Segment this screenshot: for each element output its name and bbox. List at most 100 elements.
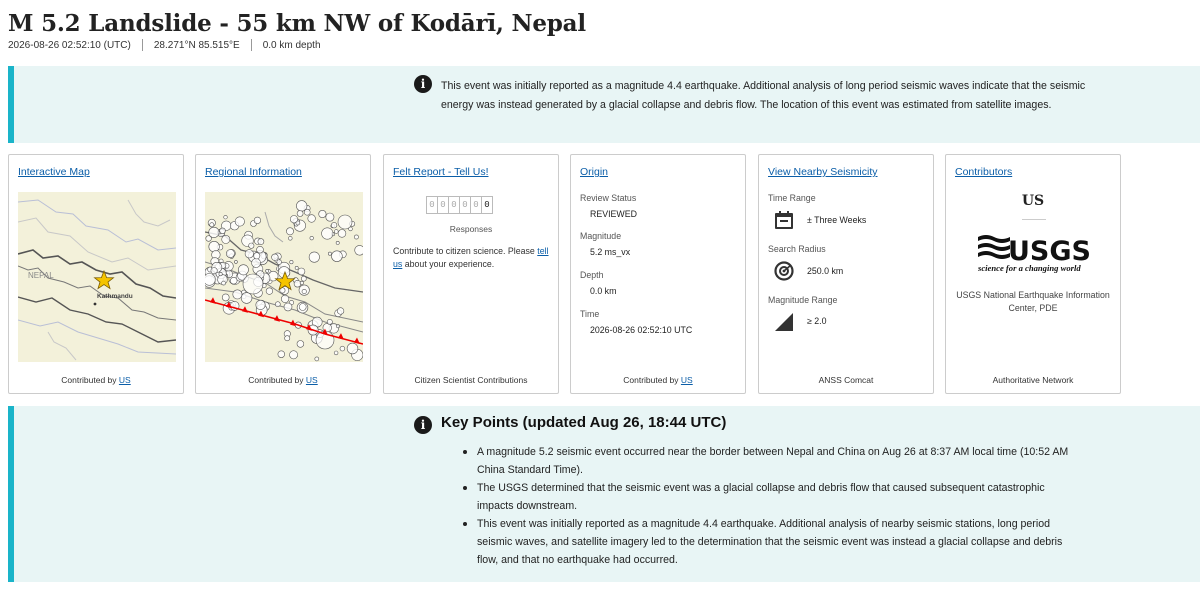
contributor-link[interactable]: US xyxy=(306,375,318,385)
divider xyxy=(1022,219,1046,220)
earthquake-marker xyxy=(238,264,249,276)
contributor-name: USGS National Earthquake Information Cen… xyxy=(956,290,1110,313)
interactive-map-link[interactable]: Interactive Map xyxy=(18,166,90,178)
counter-digit: 0 xyxy=(481,196,493,214)
earthquake-marker xyxy=(296,340,305,348)
earthquake-marker xyxy=(301,275,307,282)
card-footer: ANSS Comcat xyxy=(818,375,874,385)
usgs-logo-tagline: science for a changing world xyxy=(977,263,1081,273)
depth-label: Depth xyxy=(580,270,604,280)
earthquake-marker xyxy=(346,342,359,355)
earthquake-marker xyxy=(221,280,226,286)
earthquake-marker xyxy=(314,356,320,362)
earthquake-marker xyxy=(221,293,230,302)
earthquake-marker xyxy=(309,235,314,241)
earthquake-marker xyxy=(308,251,320,263)
time-range-label: Time Range xyxy=(768,193,816,203)
earthquake-marker xyxy=(288,236,293,241)
regional-information-link[interactable]: Regional Information xyxy=(205,166,302,178)
earthquake-marker xyxy=(275,301,281,307)
felt-report-link[interactable]: Felt Report - Tell Us! xyxy=(393,166,489,178)
earthquake-marker xyxy=(318,209,327,218)
seismicity-map-image xyxy=(205,192,363,362)
info-icon: i xyxy=(414,416,432,434)
earthquake-marker xyxy=(232,289,243,300)
earthquake-marker xyxy=(298,303,307,311)
earthquake-marker xyxy=(223,215,228,220)
earthquake-marker xyxy=(283,302,293,312)
contributor-link[interactable]: US xyxy=(119,375,131,385)
felt-response-counter: 0 0 0 0 0 0 xyxy=(426,196,493,214)
felt-text: Contribute to citizen science. Please xyxy=(393,246,535,256)
earthquake-marker xyxy=(331,222,338,229)
usgs-logo-icon: USGS science for a changing world xyxy=(977,235,1091,273)
earthquake-marker xyxy=(253,216,262,225)
page-title: M 5.2 Landslide - 55 km NW of Kodārī, Ne… xyxy=(8,10,586,37)
interactive-map-thumbnail[interactable]: NEPAL Kathmandu xyxy=(18,192,176,362)
earthquake-marker xyxy=(353,234,359,240)
info-icon: i xyxy=(414,75,432,93)
calendar-icon xyxy=(775,211,793,229)
review-status-value: REVIEWED xyxy=(590,209,637,219)
search-radius-value: 250.0 km xyxy=(807,266,844,276)
contributors-link[interactable]: Contributors xyxy=(955,166,1012,178)
earthquake-marker xyxy=(294,266,299,270)
earthquake-marker xyxy=(208,240,220,253)
earthquake-marker xyxy=(256,245,264,254)
earthquake-marker xyxy=(336,324,340,329)
interactive-map-card[interactable]: Interactive Map NEPAL Kathmandu Contribu… xyxy=(8,154,184,394)
earthquake-marker xyxy=(289,350,298,360)
magnitude-value: 5.2 ms_vx xyxy=(590,247,631,257)
contributor-link[interactable]: US xyxy=(681,375,693,385)
earthquake-marker xyxy=(221,235,231,244)
origin-card[interactable]: Origin Review Status REVIEWED Magnitude … xyxy=(570,154,746,394)
key-points-panel: i Key Points (updated Aug 26, 18:44 UTC)… xyxy=(8,406,1200,582)
felt-report-card[interactable]: Felt Report - Tell Us! 0 0 0 0 0 0 Respo… xyxy=(383,154,559,394)
map-image: NEPAL Kathmandu xyxy=(18,192,176,362)
network-code: US xyxy=(1021,193,1045,209)
earthquake-marker xyxy=(328,251,332,256)
earthquake-marker xyxy=(337,214,353,230)
earthquake-marker xyxy=(234,216,245,227)
felt-description: Contribute to citizen science. Please te… xyxy=(393,245,551,270)
origin-link[interactable]: Origin xyxy=(580,166,608,178)
earthquake-marker xyxy=(251,258,261,268)
map-label-country: NEPAL xyxy=(28,271,54,280)
earthquake-marker xyxy=(265,269,270,273)
card-footer: Citizen Scientist Contributions xyxy=(414,375,528,385)
earthquake-marker xyxy=(325,212,335,222)
event-location: 28.271°N 85.515°E xyxy=(153,39,240,51)
contributors-card[interactable]: Contributors US USGS science for a chang… xyxy=(945,154,1121,394)
nearby-seismicity-link[interactable]: View Nearby Seismicity xyxy=(768,166,878,178)
earthquake-marker xyxy=(210,267,218,275)
earthquake-marker xyxy=(289,260,294,265)
map-label-city: Kathmandu xyxy=(97,293,133,300)
search-radius-label: Search Radius xyxy=(768,244,826,254)
earthquake-marker xyxy=(240,292,253,304)
earthquake-marker xyxy=(257,238,265,245)
key-points-title: Key Points (updated Aug 26, 18:44 UTC) xyxy=(441,414,727,431)
nearby-seismicity-card[interactable]: View Nearby Seismicity Time Range ± Thre… xyxy=(758,154,934,394)
time-value: 2026-08-26 02:52:10 UTC xyxy=(590,325,693,335)
event-summary: 2026-08-26 02:52:10 (UTC) 28.271°N 85.51… xyxy=(8,39,321,51)
earthquake-marker xyxy=(299,280,304,285)
key-points-list: A magnitude 5.2 seismic event occurred n… xyxy=(463,443,1078,569)
earthquake-marker xyxy=(271,253,279,261)
review-status-label: Review Status xyxy=(580,193,637,203)
earthquake-marker xyxy=(337,229,347,238)
regional-map-thumbnail[interactable] xyxy=(205,192,363,362)
time-range-value: ± Three Weeks xyxy=(807,215,867,225)
card-footer: Contributed by US xyxy=(196,375,370,385)
earthquake-marker xyxy=(303,208,311,216)
list-item: This event was initially reported as a m… xyxy=(463,515,1078,569)
radius-target-icon xyxy=(774,261,794,281)
earthquake-marker xyxy=(301,289,307,295)
event-notice: i This event was initially reported as a… xyxy=(8,66,1200,143)
card-footer: Contributed by US xyxy=(9,375,183,385)
earthquake-marker xyxy=(209,222,215,228)
regional-information-card[interactable]: Regional Information Contributed by US xyxy=(195,154,371,394)
earthquake-marker xyxy=(295,220,301,226)
earthquake-marker xyxy=(253,252,261,260)
earthquake-marker xyxy=(208,226,220,238)
footer-prefix: Contributed by xyxy=(61,375,117,385)
